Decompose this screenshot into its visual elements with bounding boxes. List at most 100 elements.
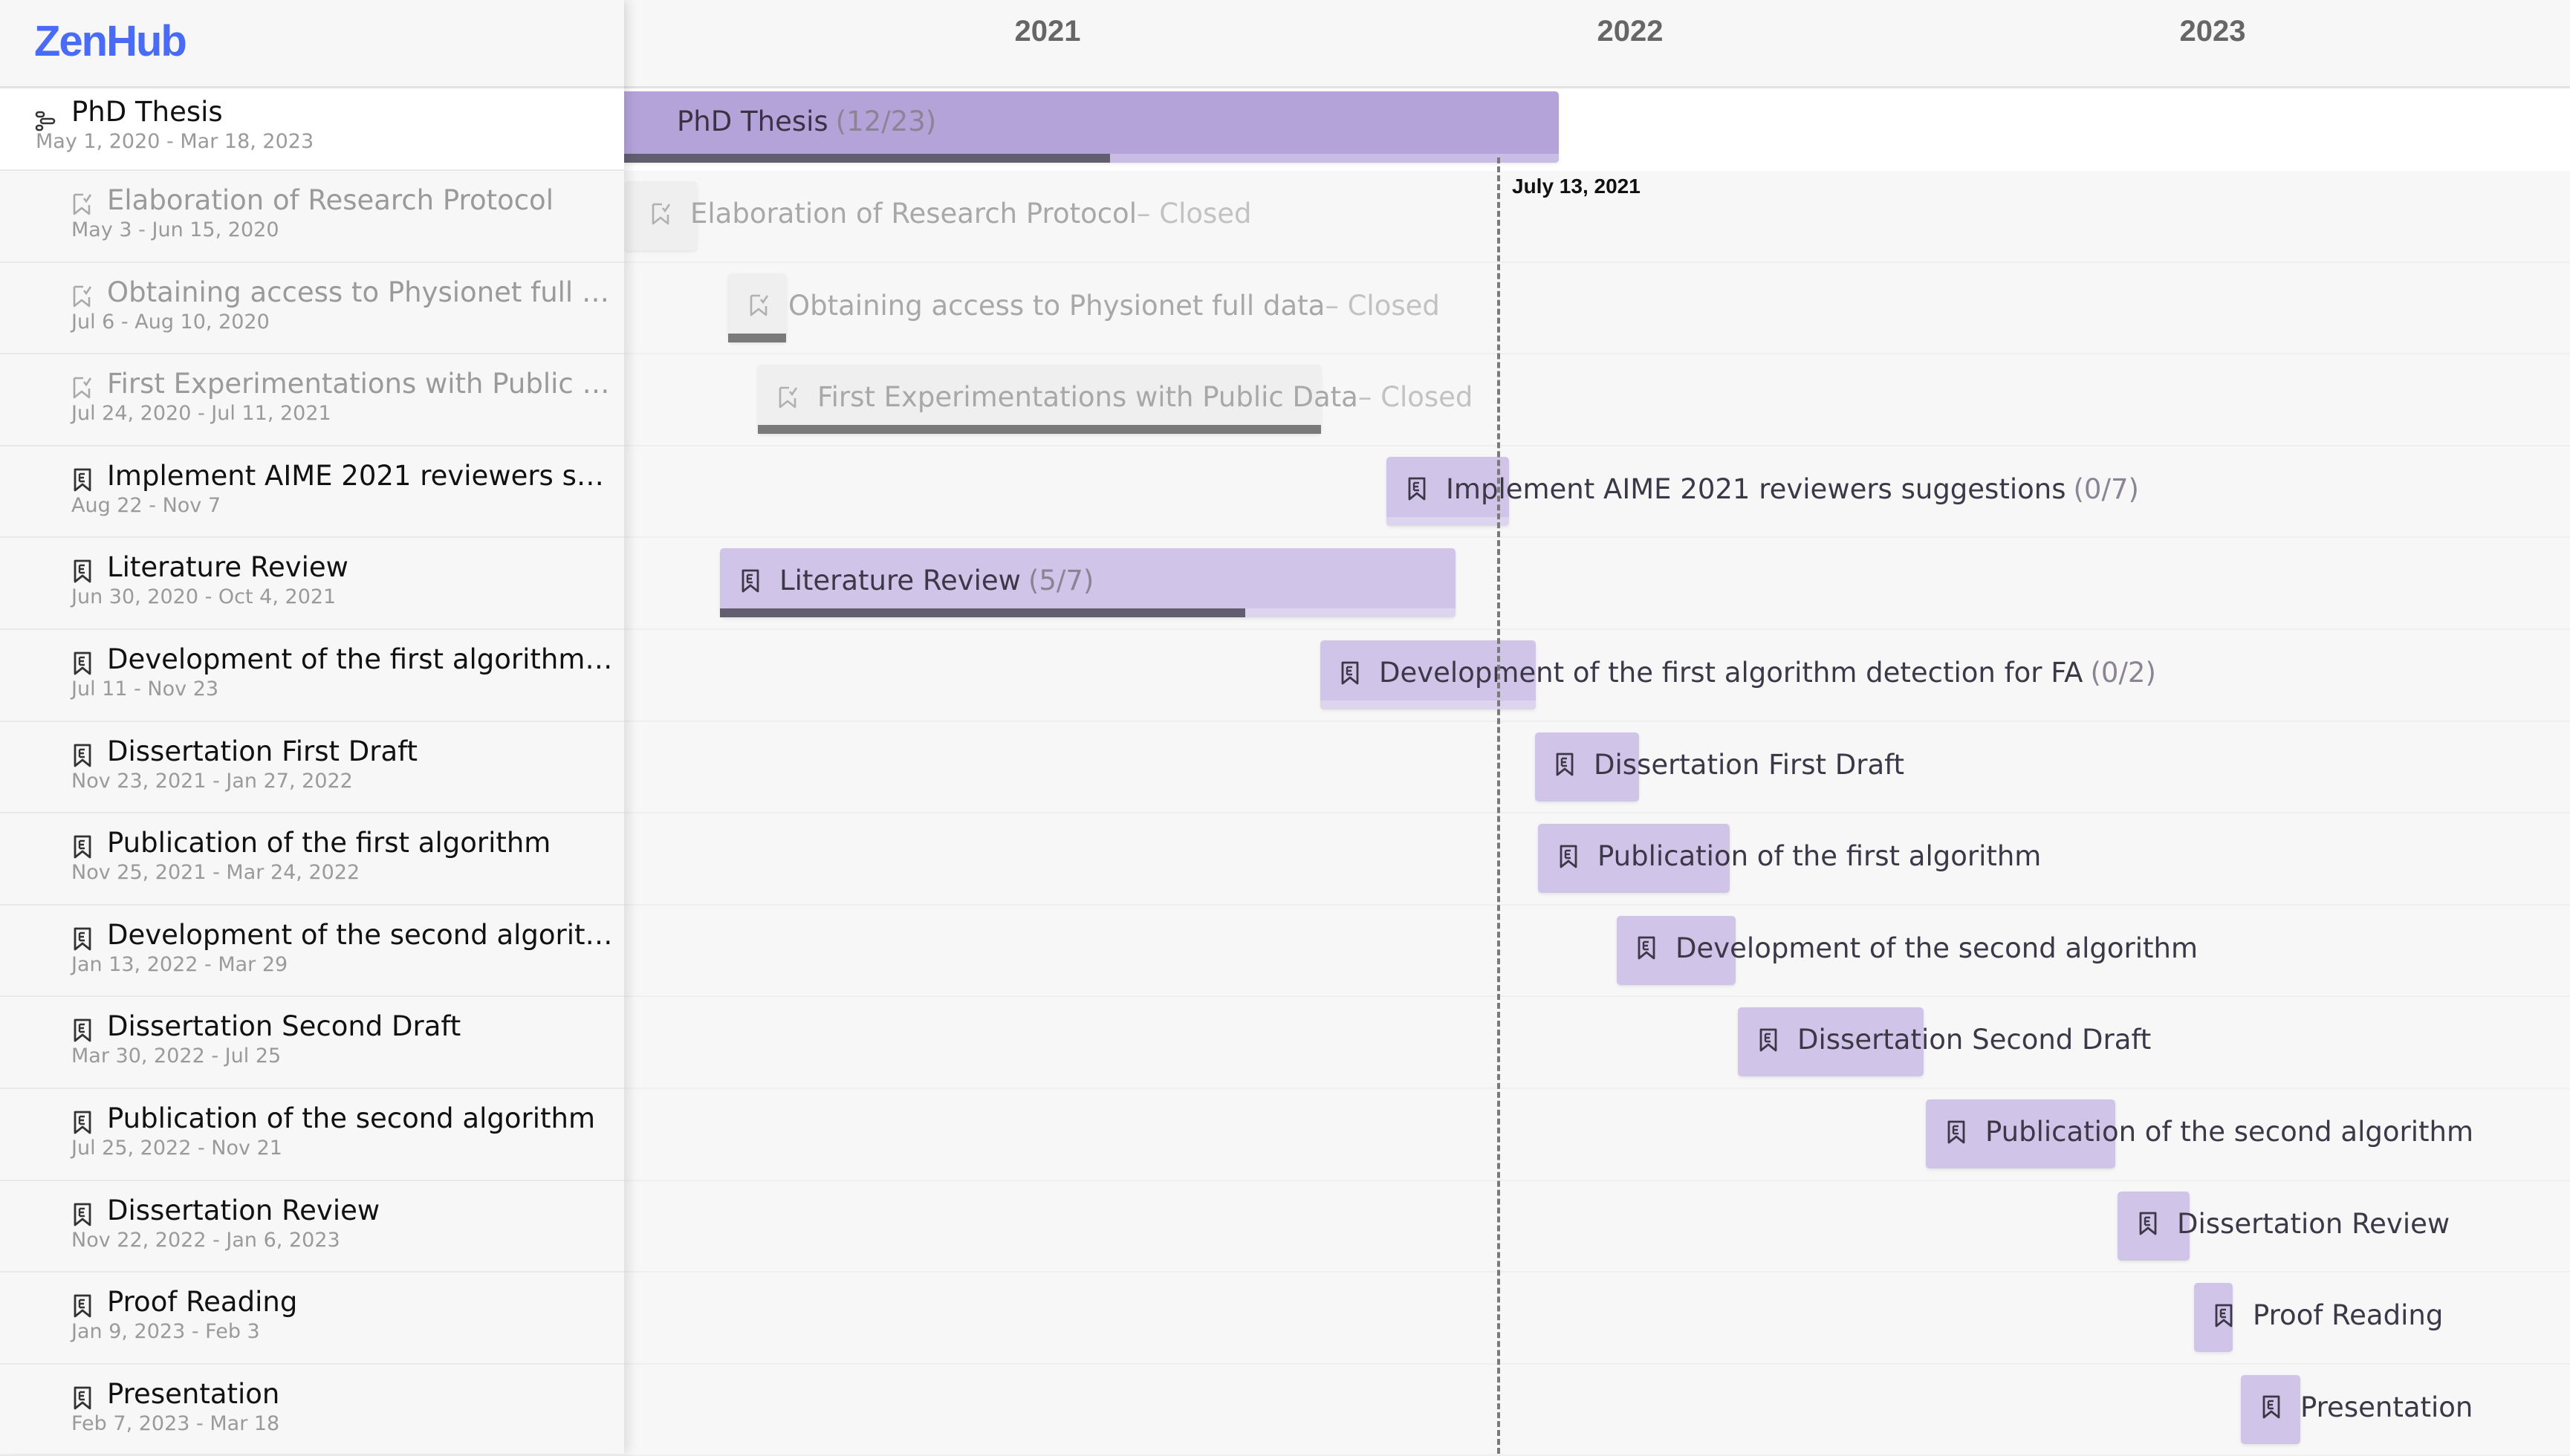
bar-title: Dissertation Review: [2177, 1207, 2450, 1240]
bar-count: (0/7): [2073, 472, 2139, 505]
sidebar-item-title: Dissertation Review: [107, 1194, 380, 1226]
row-divider: [624, 1271, 2570, 1273]
epic-bar-count: (12/23): [835, 105, 937, 137]
roadmap-icon: [35, 111, 56, 131]
year-label: 2023: [2179, 15, 2246, 48]
bar-progress: [728, 333, 786, 342]
epic-icon: [71, 926, 94, 952]
sidebar-item[interactable]: Elaboration of Research Protocol May 3 - …: [0, 171, 624, 263]
epic-progress: [624, 154, 1111, 163]
today-marker-line: [1497, 157, 1500, 1454]
sidebar-item-dates: Jan 13, 2022 - Mar 29: [71, 952, 288, 976]
closed-issue-icon: [748, 293, 779, 318]
sidebar: ZenHub PhD Thesis May 1, 2020 - Mar 18, …: [0, 0, 624, 1456]
row-divider: [624, 628, 2570, 630]
epic-icon: [1757, 1027, 1788, 1053]
sidebar-item-dates: Nov 22, 2022 - Jan 6, 2023: [71, 1228, 340, 1252]
bar-title: Development of the second algorithm: [1675, 932, 2199, 964]
sidebar-item-title: Dissertation Second Draft: [107, 1010, 461, 1043]
sidebar-item-dates: Jan 9, 2023 - Feb 3: [71, 1320, 260, 1344]
epic-icon: [71, 1385, 94, 1411]
timeline-bar-label: Publication of the second algorithm: [1945, 1116, 2473, 1148]
bar-status: – Closed: [1357, 381, 1473, 414]
bar-title: Proof Reading: [2253, 1299, 2444, 1332]
sidebar-epic-row[interactable]: PhD Thesis May 1, 2020 - Mar 18, 2023: [0, 88, 624, 171]
closed-issue-icon: [777, 385, 808, 410]
logo-bar: ZenHub: [0, 0, 624, 88]
epic-icon: [71, 1018, 94, 1043]
timeline-bar-label: Obtaining access to Physionet full data –…: [748, 290, 1440, 322]
bar-progress: [758, 425, 1321, 435]
bar-title: Publication of the first algorithm: [1597, 840, 2042, 873]
epic-icon: [71, 1293, 94, 1319]
epic-bar-title: PhD Thesis: [677, 105, 828, 137]
sidebar-item[interactable]: Dissertation First Draft Nov 23, 2021 - J…: [0, 722, 624, 814]
sidebar-item[interactable]: Literature Review Jun 30, 2020 - Oct 4, 2…: [0, 538, 624, 630]
sidebar-item[interactable]: First Experimentations with Public Da...…: [0, 354, 624, 446]
sidebar-item[interactable]: Dissertation Review Nov 22, 2022 - Jan 6,…: [0, 1181, 624, 1273]
epic-icon: [1945, 1119, 1976, 1145]
sidebar-item[interactable]: Dissertation Second Draft Mar 30, 2022 - …: [0, 997, 624, 1089]
timeline-bar-label: Elaboration of Research Protocol – Closed: [650, 198, 1252, 230]
timeline-bar-label: Dissertation Review: [2137, 1208, 2450, 1240]
epic-icon: [1554, 752, 1585, 777]
epic-icon: [2213, 1303, 2244, 1328]
sidebar-item[interactable]: Presentation Feb 7, 2023 - Mar 18: [0, 1365, 624, 1456]
sidebar-item[interactable]: Development of the first algorithm de...…: [0, 630, 624, 722]
sidebar-item-title: Publication of the first algorithm: [107, 827, 551, 859]
sidebar-item-dates: Jul 6 - Aug 10, 2020: [71, 310, 270, 334]
timeline: 2021 2022 2023 PhD Thesis (12/23) Elabor…: [624, 0, 2570, 1456]
row-divider: [624, 995, 2570, 998]
epic-icon: [71, 1202, 94, 1227]
epic-icon: [1406, 476, 1437, 501]
sidebar-item[interactable]: Publication of the first algorithm Nov 25…: [0, 813, 624, 906]
bar-title: Publication of the second algorithm: [1985, 1116, 2474, 1148]
epic-bar-label: PhD Thesis (12/23): [677, 105, 936, 137]
closed-issue-icon: [71, 284, 94, 309]
sidebar-item-title: Elaboration of Research Protocol: [107, 184, 554, 216]
epic-icon: [1635, 935, 1667, 961]
bar-title: Dissertation Second Draft: [1797, 1024, 2152, 1056]
timeline-bar-label: First Experimentations with Public Data –…: [777, 381, 1473, 413]
sidebar-item-dates: Jul 24, 2020 - Jul 11, 2021: [71, 402, 331, 426]
sidebar-item-title: First Experimentations with Public Da...: [107, 368, 620, 400]
epic-icon: [71, 559, 94, 584]
epic-icon: [71, 1110, 94, 1135]
timeline-bar-label: Literature Review (5/7): [739, 565, 1094, 597]
sidebar-item[interactable]: Obtaining access to Physionet full da...…: [0, 263, 624, 355]
epic-icon: [71, 743, 94, 768]
sidebar-item-title: Dissertation First Draft: [107, 735, 418, 767]
year-label: 2022: [1597, 15, 1664, 48]
sidebar-item[interactable]: Implement AIME 2021 reviewers suggest...…: [0, 446, 624, 539]
row-divider: [624, 536, 2570, 539]
sidebar-item-title: Development of the second algorithm: [107, 918, 620, 951]
bar-count: (0/2): [2090, 657, 2156, 689]
row-divider: [624, 1179, 2570, 1181]
sidebar-item-dates: Jul 25, 2022 - Nov 21: [71, 1137, 282, 1160]
sidebar-item-title: Obtaining access to Physionet full da...: [107, 276, 620, 308]
timeline-bar-label: Dissertation Second Draft: [1757, 1024, 2151, 1056]
sidebar-item-dates: Nov 25, 2021 - Mar 24, 2022: [71, 861, 360, 885]
sidebar-item-title: Publication of the second algorithm: [107, 1102, 596, 1134]
today-marker-label: July 13, 2021: [1512, 175, 1641, 198]
row-divider: [624, 1362, 2570, 1365]
row-divider: [624, 720, 2570, 722]
epic-icon: [71, 651, 94, 676]
epic-icon: [739, 568, 770, 594]
sidebar-item[interactable]: Development of the second algorithm Jan 1…: [0, 906, 624, 998]
sidebar-item[interactable]: Publication of the second algorithm Jul 2…: [0, 1089, 624, 1181]
row-divider: [624, 1088, 2570, 1089]
timeline-bar-label: Proof Reading: [2213, 1299, 2443, 1331]
bar-status: – Closed: [1136, 198, 1252, 230]
closed-issue-icon: [71, 192, 94, 217]
sidebar-item-title: Proof Reading: [107, 1286, 298, 1319]
epic-icon: [1557, 844, 1589, 869]
zenhub-logo[interactable]: ZenHub: [34, 16, 187, 66]
epic-icon: [71, 467, 94, 493]
epic-icon: [1339, 660, 1370, 686]
bar-title: Elaboration of Research Protocol: [690, 198, 1137, 230]
bar-title: Dissertation First Draft: [1594, 748, 1905, 781]
timeline-bar-label: Presentation: [2260, 1391, 2473, 1423]
bar-strip: [1386, 516, 1509, 526]
sidebar-item[interactable]: Proof Reading Jan 9, 2023 - Feb 3: [0, 1273, 624, 1365]
